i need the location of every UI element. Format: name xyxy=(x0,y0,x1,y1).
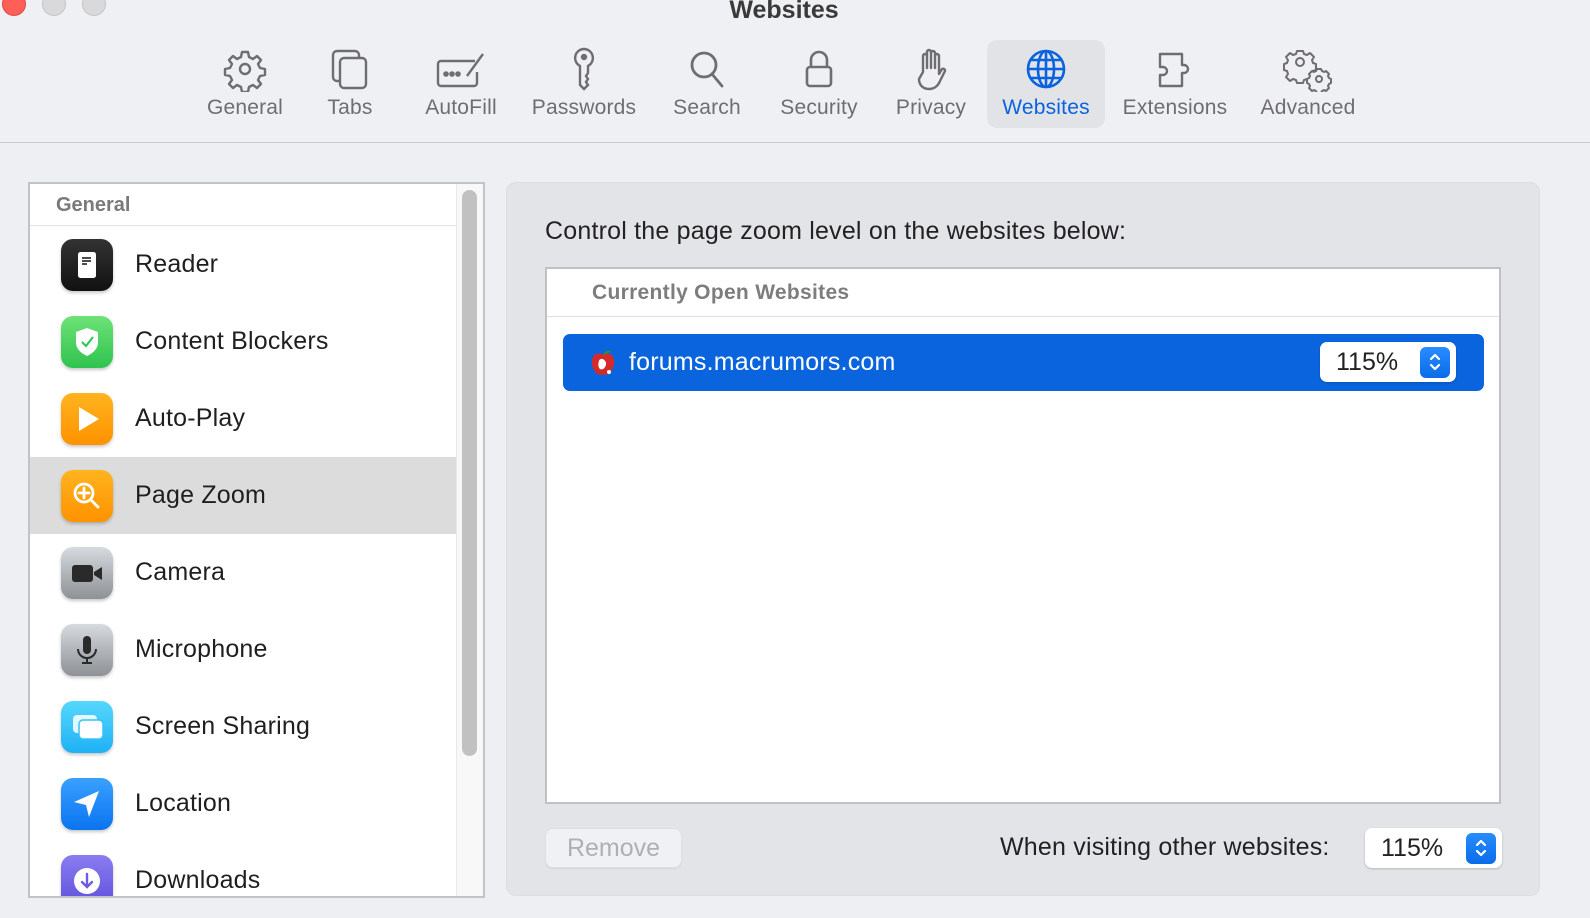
sidebar-item-label: Microphone xyxy=(135,635,268,663)
tab-websites[interactable]: Websites xyxy=(987,40,1105,128)
sidebar-item-label: Auto-Play xyxy=(135,404,246,432)
titlebar: Websites General Tabs AutoFill Passwords… xyxy=(0,0,1590,143)
sidebar-item-label: Downloads xyxy=(135,866,261,894)
video-camera-icon xyxy=(61,546,113,599)
sidebar-item-label: Camera xyxy=(135,558,226,586)
sidebar-item-label: Location xyxy=(135,789,232,817)
sidebar-item-label: Reader xyxy=(135,250,219,278)
tab-label: General xyxy=(206,96,284,119)
puzzle-icon xyxy=(1158,52,1190,88)
play-icon xyxy=(61,392,113,445)
tab-label: AutoFill xyxy=(425,96,497,119)
remove-button[interactable]: Remove xyxy=(545,828,682,868)
sidebar-section-header: General xyxy=(30,184,483,226)
up-down-chevron-icon xyxy=(1420,346,1450,378)
tab-passwords[interactable]: Passwords xyxy=(517,40,651,128)
macrumors-favicon-icon xyxy=(591,350,615,375)
tab-security[interactable]: Security xyxy=(763,40,875,128)
shield-check-icon xyxy=(61,315,113,368)
other-websites-zoom-value: 115% xyxy=(1381,833,1444,862)
preferences-toolbar: General Tabs AutoFill Passwords Search S… xyxy=(195,40,1371,128)
autofill-icon xyxy=(436,53,484,88)
scrollbar-thumb[interactable] xyxy=(462,190,477,756)
hand-icon xyxy=(917,48,947,91)
tab-advanced[interactable]: Advanced xyxy=(1245,40,1371,128)
sidebar-scrollbar[interactable] xyxy=(456,184,483,896)
tab-privacy[interactable]: Privacy xyxy=(875,40,987,128)
gear-icon xyxy=(223,50,267,92)
sidebar-item-microphone[interactable]: Microphone xyxy=(30,611,456,688)
gears-icon xyxy=(1283,50,1332,92)
sidebar-item-label: Page Zoom xyxy=(135,481,267,509)
tab-autofill[interactable]: AutoFill xyxy=(405,40,517,128)
microphone-icon xyxy=(61,623,113,676)
sidebar-item-label: Screen Sharing xyxy=(135,712,311,740)
tab-label: Passwords xyxy=(531,96,637,119)
table-row[interactable]: forums.macrumors.com 115% xyxy=(563,334,1484,391)
pane-description: Control the page zoom level on the websi… xyxy=(545,217,1127,245)
download-icon xyxy=(61,854,113,896)
sidebar-item-downloads[interactable]: Downloads xyxy=(30,842,456,896)
sidebar-item-content-blockers[interactable]: Content Blockers xyxy=(30,303,456,380)
page-zoom-pane: Control the page zoom level on the websi… xyxy=(506,182,1540,896)
tab-general[interactable]: General xyxy=(195,40,295,128)
zoom-in-icon xyxy=(61,469,113,522)
sidebar-item-screen-sharing[interactable]: Screen Sharing xyxy=(30,688,456,765)
lock-icon xyxy=(805,50,833,88)
site-zoom-value: 115% xyxy=(1336,347,1399,376)
websites-table: Currently Open Websites forums.macrumors… xyxy=(545,267,1501,804)
other-websites-label: When visiting other websites: xyxy=(1000,833,1330,861)
sidebar-item-camera[interactable]: Camera xyxy=(30,534,456,611)
tab-label: Tabs xyxy=(327,96,373,119)
window-title: Websites xyxy=(729,0,839,24)
tab-label: Extensions xyxy=(1122,96,1228,119)
table-column-header: Currently Open Websites xyxy=(547,269,1499,317)
globe-icon xyxy=(1026,49,1066,89)
tab-label: Advanced xyxy=(1260,96,1356,119)
tab-label: Search xyxy=(673,96,741,119)
tab-label: Security xyxy=(780,96,858,119)
sidebar-item-auto-play[interactable]: Auto-Play xyxy=(30,380,456,457)
location-arrow-icon xyxy=(61,777,113,830)
tab-tabs[interactable]: Tabs xyxy=(295,40,405,128)
key-icon xyxy=(573,47,595,91)
site-zoom-select[interactable]: 115% xyxy=(1320,342,1456,382)
sidebar-item-page-zoom[interactable]: Page Zoom xyxy=(30,457,456,534)
tab-label: Websites xyxy=(1002,96,1090,119)
tab-extensions[interactable]: Extensions xyxy=(1105,40,1245,128)
other-websites-zoom-select[interactable]: 115% xyxy=(1365,828,1502,868)
sidebar-item-location[interactable]: Location xyxy=(30,765,456,842)
tab-search[interactable]: Search xyxy=(651,40,763,128)
sidebar-item-label: Content Blockers xyxy=(135,327,329,355)
reader-icon xyxy=(61,238,113,291)
screen-sharing-icon xyxy=(61,700,113,753)
tab-label: Privacy xyxy=(895,96,967,119)
tabs-icon xyxy=(331,49,368,90)
up-down-chevron-icon xyxy=(1466,832,1496,864)
websites-sidebar-list: General Reader Content Blockers Auto-Pla… xyxy=(28,182,485,898)
site-name: forums.macrumors.com xyxy=(629,348,896,376)
sidebar-item-reader[interactable]: Reader xyxy=(30,226,456,303)
search-icon xyxy=(690,51,724,88)
